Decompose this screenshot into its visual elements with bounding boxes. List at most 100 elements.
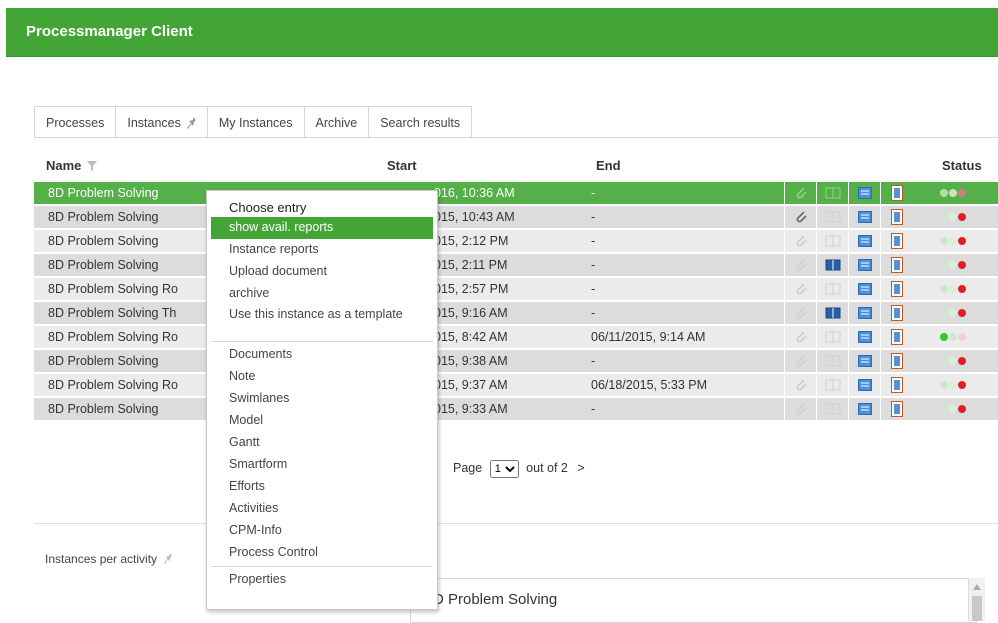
column-header-name[interactable]: Name [46, 158, 98, 173]
form-cell[interactable] [848, 182, 880, 204]
report-cell[interactable] [880, 350, 912, 372]
tab-my-instances[interactable]: My Instances [206, 106, 305, 138]
page-select[interactable]: 1 [489, 460, 519, 478]
note-cell[interactable] [816, 254, 848, 276]
report-cell[interactable] [880, 278, 912, 300]
report-cell[interactable] [880, 230, 912, 252]
book-icon[interactable] [825, 282, 841, 296]
table-row[interactable]: 8D Problem Solving 015, 2:11 PM - [34, 254, 998, 276]
report-icon[interactable] [890, 305, 903, 321]
paperclip-icon[interactable] [794, 402, 808, 416]
table-row[interactable]: 8D Problem Solving 015, 9:38 AM - [34, 350, 998, 372]
report-cell[interactable] [880, 254, 912, 276]
paperclip-icon[interactable] [794, 234, 808, 248]
form-cell[interactable] [848, 278, 880, 300]
book-icon[interactable] [825, 186, 841, 200]
attachment-cell[interactable] [784, 398, 816, 420]
form-cell[interactable] [848, 350, 880, 372]
note-cell[interactable] [816, 182, 848, 204]
scrollbar[interactable] [968, 578, 985, 621]
attachment-cell[interactable] [784, 230, 816, 252]
book-icon[interactable] [825, 306, 841, 320]
table-row[interactable]: 8D Problem Solving Ro 015, 8:42 AM 06/11/2… [34, 326, 998, 348]
note-cell[interactable] [816, 398, 848, 420]
report-icon[interactable] [890, 329, 903, 345]
menu-item-show-avail-reports[interactable]: show avail. reports [211, 217, 433, 239]
form-cell[interactable] [848, 374, 880, 396]
form-icon[interactable] [857, 307, 872, 319]
column-header-start[interactable]: Start [387, 158, 417, 173]
tab-processes[interactable]: Processes [34, 106, 117, 138]
menu-item-note[interactable]: Note [211, 366, 433, 388]
book-icon[interactable] [825, 378, 841, 392]
note-cell[interactable] [816, 278, 848, 300]
menu-item-archive[interactable]: archive [211, 283, 433, 305]
report-icon[interactable] [890, 377, 903, 393]
form-icon[interactable] [857, 379, 872, 391]
form-cell[interactable] [848, 398, 880, 420]
attachment-cell[interactable] [784, 350, 816, 372]
tab-archive[interactable]: Archive [303, 106, 370, 138]
note-cell[interactable] [816, 350, 848, 372]
report-icon[interactable] [890, 209, 903, 225]
paperclip-icon[interactable] [794, 378, 808, 392]
table-row[interactable]: 8D Problem Solving Ro 015, 2:57 PM - [34, 278, 998, 300]
form-cell[interactable] [848, 230, 880, 252]
scroll-thumb[interactable] [972, 596, 982, 621]
report-icon[interactable] [890, 185, 903, 201]
report-cell[interactable] [880, 326, 912, 348]
form-icon[interactable] [857, 211, 872, 223]
tab-instances[interactable]: Instances [115, 106, 208, 138]
report-icon[interactable] [890, 353, 903, 369]
menu-item-cpm-info[interactable]: CPM-Info [211, 520, 433, 542]
report-cell[interactable] [880, 398, 912, 420]
column-header-status[interactable]: Status [942, 158, 982, 173]
attachment-cell[interactable] [784, 326, 816, 348]
note-cell[interactable] [816, 230, 848, 252]
paperclip-icon[interactable] [794, 306, 808, 320]
book-icon[interactable] [825, 354, 841, 368]
next-page-link[interactable]: > [577, 461, 584, 475]
note-cell[interactable] [816, 302, 848, 324]
form-cell[interactable] [848, 254, 880, 276]
book-icon[interactable] [825, 330, 841, 344]
paperclip-icon[interactable] [794, 330, 808, 344]
form-icon[interactable] [857, 283, 872, 295]
note-cell[interactable] [816, 374, 848, 396]
menu-item-process-control[interactable]: Process Control [211, 542, 433, 564]
menu-item-upload-document[interactable]: Upload document [211, 261, 433, 283]
menu-item-gantt[interactable]: Gantt [211, 432, 433, 454]
report-icon[interactable] [890, 401, 903, 417]
attachment-cell[interactable] [784, 182, 816, 204]
report-cell[interactable] [880, 182, 912, 204]
form-cell[interactable] [848, 326, 880, 348]
form-icon[interactable] [857, 259, 872, 271]
book-icon[interactable] [825, 210, 841, 224]
attachment-cell[interactable] [784, 206, 816, 228]
table-row[interactable]: 8D Problem Solving Ro 015, 9:37 AM 06/18/2… [34, 374, 998, 396]
menu-item-efforts[interactable]: Efforts [211, 476, 433, 498]
attachment-cell[interactable] [784, 302, 816, 324]
paperclip-icon[interactable] [794, 210, 808, 224]
form-icon[interactable] [857, 403, 872, 415]
report-cell[interactable] [880, 302, 912, 324]
menu-item-swimlanes[interactable]: Swimlanes [211, 388, 433, 410]
table-row[interactable]: 8D Problem Solving 015, 2:12 PM - [34, 230, 998, 252]
report-icon[interactable] [890, 233, 903, 249]
menu-item-smartform[interactable]: Smartform [211, 454, 433, 476]
note-cell[interactable] [816, 326, 848, 348]
table-row[interactable]: 8D Problem Solving 015, 10:43 AM - [34, 206, 998, 228]
menu-item-activities[interactable]: Activities [211, 498, 433, 520]
book-icon[interactable] [825, 258, 841, 272]
paperclip-icon[interactable] [794, 258, 808, 272]
paperclip-icon[interactable] [794, 354, 808, 368]
book-icon[interactable] [825, 402, 841, 416]
column-header-end[interactable]: End [596, 158, 621, 173]
table-row[interactable]: 8D Problem Solving Th 015, 9:16 AM - [34, 302, 998, 324]
scroll-up-icon[interactable] [973, 584, 981, 590]
report-cell[interactable] [880, 374, 912, 396]
report-cell[interactable] [880, 206, 912, 228]
menu-item-use-as-template[interactable]: Use this instance as a template [211, 305, 433, 339]
filter-icon[interactable] [87, 161, 98, 171]
report-icon[interactable] [890, 281, 903, 297]
